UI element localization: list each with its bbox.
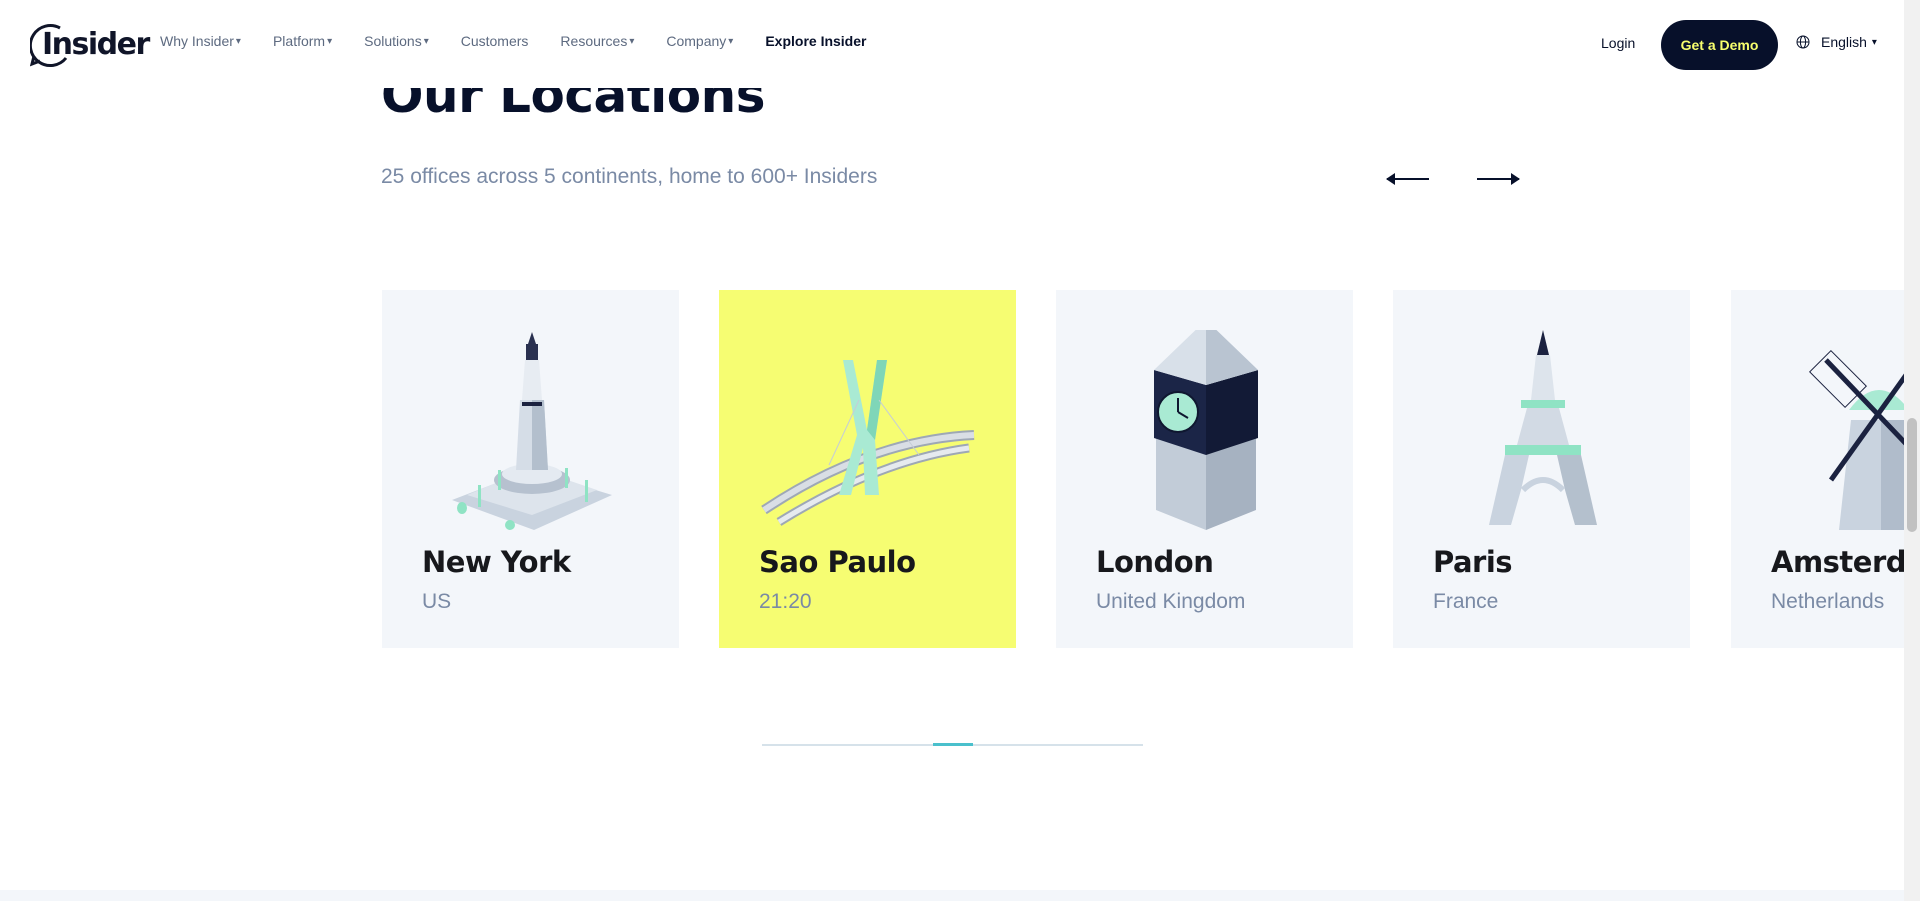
nav-label: Platform [272,33,326,49]
statue-of-liberty-icon [452,332,612,530]
card-city: Sao Paulo [759,545,916,579]
card-local-time: 21:20 [759,590,812,613]
eiffel-tower-icon [1489,330,1597,525]
nav-company[interactable]: Company ▾ [666,33,733,49]
chevron-down-icon: ▾ [1871,36,1877,48]
carousel-prev-button[interactable] [1384,165,1430,193]
chevron-down-icon: ▾ [629,35,635,47]
get-a-demo-button[interactable]: Get a Demo [1661,20,1778,70]
card-city: Amsterdam [1771,545,1904,579]
nav-explore-insider[interactable]: Explore Insider [765,33,866,49]
carousel-progress-track[interactable] [762,743,1143,746]
arrow-right-icon [1477,173,1520,185]
nav-platform[interactable]: Platform ▾ [273,33,332,49]
location-card-amsterdam[interactable]: Amsterdam Netherlands [1731,290,1904,648]
carousel-next-button[interactable] [1476,165,1522,193]
card-country: France [1433,590,1499,613]
nav-solutions[interactable]: Solutions ▾ [364,33,429,49]
section-subtitle: 25 offices across 5 continents, home to … [381,165,878,188]
nav-label: Explore Insider [765,33,867,49]
site-header: Insider Why Insider ▾ Platform ▾ Solutions… [0,0,1904,88]
clock-tower-icon [1154,330,1258,530]
nav-label: Company [666,33,727,49]
card-city: London [1096,545,1214,579]
scrollbar-thumb[interactable] [1907,418,1917,532]
language-label: English [1821,34,1867,50]
chevron-down-icon: ▾ [327,35,333,47]
location-card-new-york[interactable]: New York US [382,290,679,648]
language-selector[interactable]: English ▾ [1796,34,1877,50]
next-section-edge [0,890,1904,901]
chevron-down-icon: ▾ [728,35,734,47]
location-card-sao-paulo[interactable]: Sao Paulo 21:20 [719,290,1016,648]
card-city: Paris [1433,545,1513,579]
insider-logo[interactable]: Insider [30,20,150,68]
main-nav: Why Insider ▾ Platform ▾ Solutions ▾ Custom… [160,33,898,49]
chevron-down-icon: ▾ [423,35,429,47]
bridge-icon [761,360,975,526]
location-card-paris[interactable]: Paris France [1393,290,1690,648]
card-country: United Kingdom [1096,590,1246,613]
card-country: US [422,590,452,613]
nav-customers[interactable]: Customers [461,33,529,49]
chevron-down-icon: ▾ [235,35,241,47]
nav-label: Customers [460,33,529,49]
globe-icon [1796,35,1810,49]
carousel-progress-indicator[interactable] [933,743,973,746]
page-scrollbar[interactable] [1904,0,1920,901]
nav-why-insider[interactable]: Why Insider ▾ [160,33,241,49]
nav-resources[interactable]: Resources ▾ [560,33,634,49]
nav-label: Resources [560,33,628,49]
location-card-london[interactable]: London United Kingdom [1056,290,1353,648]
nav-label: Why Insider [160,33,234,49]
locations-carousel: New York US Sao Paulo 21:20 London Unite… [0,290,1904,650]
card-country: Netherlands [1771,590,1885,613]
login-link[interactable]: Login [1601,35,1635,51]
logo-text: Insider [42,26,150,62]
nav-label: Solutions [364,33,422,49]
arrow-left-icon [1386,173,1429,185]
card-city: New York [422,545,571,579]
windmill-icon [1809,350,1904,530]
